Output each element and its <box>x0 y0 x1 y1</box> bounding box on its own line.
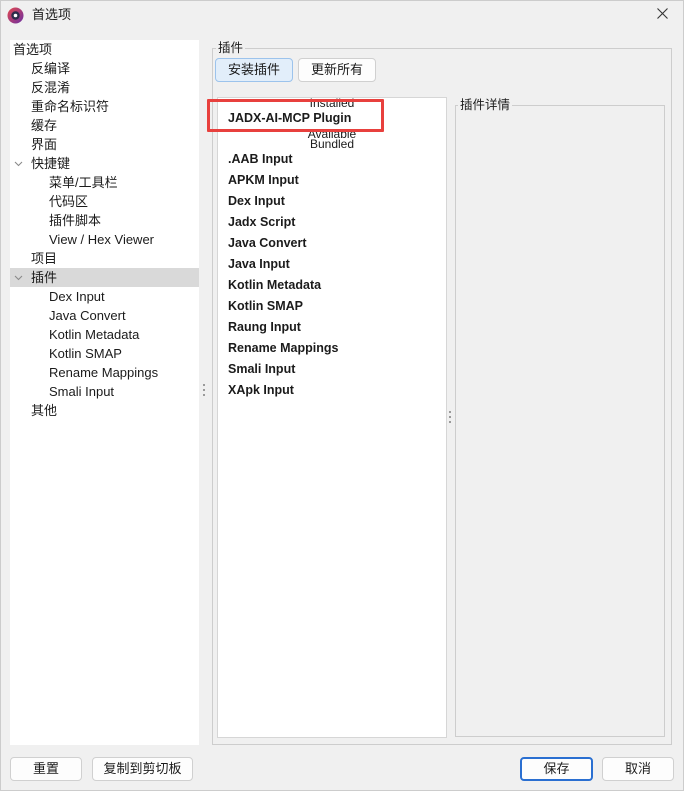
tree-item-shortcuts-hex-viewer[interactable]: View / Hex Viewer <box>10 230 199 249</box>
tree-item-label: 首选项 <box>13 42 53 57</box>
tree-item-label: 重命名标识符 <box>31 99 110 114</box>
plugin-item-aab-input[interactable]: .AAB Input <box>218 149 446 170</box>
install-plugin-button[interactable]: 安装插件 <box>215 58 293 82</box>
tree-item-label: 代码区 <box>49 194 89 209</box>
plugin-item-java-input[interactable]: Java Input <box>218 254 446 275</box>
tree-item-label: View / Hex Viewer <box>49 232 155 247</box>
plugin-item-xapk-input[interactable]: XApk Input <box>218 380 446 401</box>
tree-item-label: Smali Input <box>49 384 115 399</box>
tree-item-shortcuts-plugin-script[interactable]: 插件脚本 <box>10 211 199 230</box>
plugin-item-smali-input[interactable]: Smali Input <box>218 359 446 380</box>
tree-item-label: Dex Input <box>49 289 105 304</box>
tree-item-plugins[interactable]: 插件 <box>10 268 199 287</box>
tree-item-plugin-rename-mappings[interactable]: Rename Mappings <box>10 363 199 382</box>
tree-item-label: 反编译 <box>31 61 71 76</box>
tree-item-label: 反混淆 <box>31 80 71 95</box>
plugin-item-jadx-script[interactable]: Jadx Script <box>218 212 446 233</box>
tree-item-shortcuts-code-area[interactable]: 代码区 <box>10 192 199 211</box>
splitter-grip-icon[interactable] <box>449 411 451 413</box>
tree-item-label: 插件脚本 <box>49 213 102 228</box>
tree-item-label: Kotlin Metadata <box>49 327 140 342</box>
tree-item-label: 缓存 <box>31 118 58 133</box>
tree-item-label: 界面 <box>31 137 58 152</box>
plugin-item-dex-input[interactable]: Dex Input <box>218 191 446 212</box>
chevron-down-icon[interactable] <box>14 159 23 168</box>
tree-item-shortcuts-menu-toolbar[interactable]: 菜单/工具栏 <box>10 173 199 192</box>
tree-item-label: Rename Mappings <box>49 365 159 380</box>
tree-item-label: 菜单/工具栏 <box>49 175 118 190</box>
tree-item-label: 其他 <box>31 403 58 418</box>
save-button[interactable]: 保存 <box>520 757 593 781</box>
tree-item-cache[interactable]: 缓存 <box>10 116 199 135</box>
tree-item-label: 插件 <box>31 270 58 285</box>
tree-item-plugin-dex-input[interactable]: Dex Input <box>10 287 199 306</box>
tree-item-preferences[interactable]: 首选项 <box>10 40 199 59</box>
plugin-item-jadx-ai-mcp[interactable]: JADX-AI-MCP Plugin <box>218 108 446 129</box>
plugin-item-java-convert[interactable]: Java Convert <box>218 233 446 254</box>
window-title: 首选项 <box>32 7 72 22</box>
close-button[interactable] <box>646 0 678 29</box>
plugin-section-installed-header: Installed <box>309 97 355 110</box>
tree-item-shortcuts[interactable]: 快捷键 <box>10 154 199 173</box>
plugin-item-apkm-input[interactable]: APKM Input <box>218 170 446 191</box>
tree-item-other[interactable]: 其他 <box>10 401 199 420</box>
plugin-item-rename-mappings[interactable]: Rename Mappings <box>218 338 446 359</box>
close-icon <box>656 7 668 22</box>
tree-item-appearance[interactable]: 界面 <box>10 135 199 154</box>
tree-item-deobfuscation[interactable]: 反混淆 <box>10 78 199 97</box>
tree-item-decompiler[interactable]: 反编译 <box>10 59 199 78</box>
tree-item-rename-identifiers[interactable]: 重命名标识符 <box>10 97 199 116</box>
plugin-details-group-box <box>455 105 665 737</box>
tree-item-label: 项目 <box>31 251 58 266</box>
preferences-dialog: 首选项 首选项 反编译 反混淆 重命名标识符 缓存 界面 快捷键 菜单/工具栏 … <box>0 0 684 791</box>
tree-item-plugin-kotlin-metadata[interactable]: Kotlin Metadata <box>10 325 199 344</box>
tree-item-plugin-smali-input[interactable]: Smali Input <box>10 382 199 401</box>
plugin-item-kotlin-metadata[interactable]: Kotlin Metadata <box>218 275 446 296</box>
chevron-down-icon[interactable] <box>14 273 23 282</box>
tree-item-label: Java Convert <box>49 308 126 323</box>
tree-item-plugin-kotlin-smap[interactable]: Kotlin SMAP <box>10 344 199 363</box>
tree-item-label: 快捷键 <box>31 156 71 171</box>
cancel-button[interactable]: 取消 <box>602 757 674 781</box>
plugin-details-label: 插件详情 <box>458 98 513 112</box>
jadx-logo-icon <box>7 7 24 24</box>
plugin-section-bundled-header: Bundled <box>309 137 355 151</box>
copy-to-clipboard-button[interactable]: 复制到剪切板 <box>92 757 193 781</box>
plugins-group-label: 插件 <box>216 41 246 55</box>
plugin-item-kotlin-smap[interactable]: Kotlin SMAP <box>218 296 446 317</box>
preferences-tree: 首选项 反编译 反混淆 重命名标识符 缓存 界面 快捷键 菜单/工具栏 代码区 … <box>10 40 199 745</box>
plugin-list: Installed JADX-AI-MCP Plugin Available B… <box>217 97 447 738</box>
tree-item-label: Kotlin SMAP <box>49 346 122 361</box>
update-all-button[interactable]: 更新所有 <box>298 58 376 82</box>
tree-item-project[interactable]: 项目 <box>10 249 199 268</box>
reset-button[interactable]: 重置 <box>10 757 82 781</box>
plugin-item-raung-input[interactable]: Raung Input <box>218 317 446 338</box>
splitter-grip-icon[interactable] <box>203 384 205 386</box>
tree-item-plugin-java-convert[interactable]: Java Convert <box>10 306 199 325</box>
